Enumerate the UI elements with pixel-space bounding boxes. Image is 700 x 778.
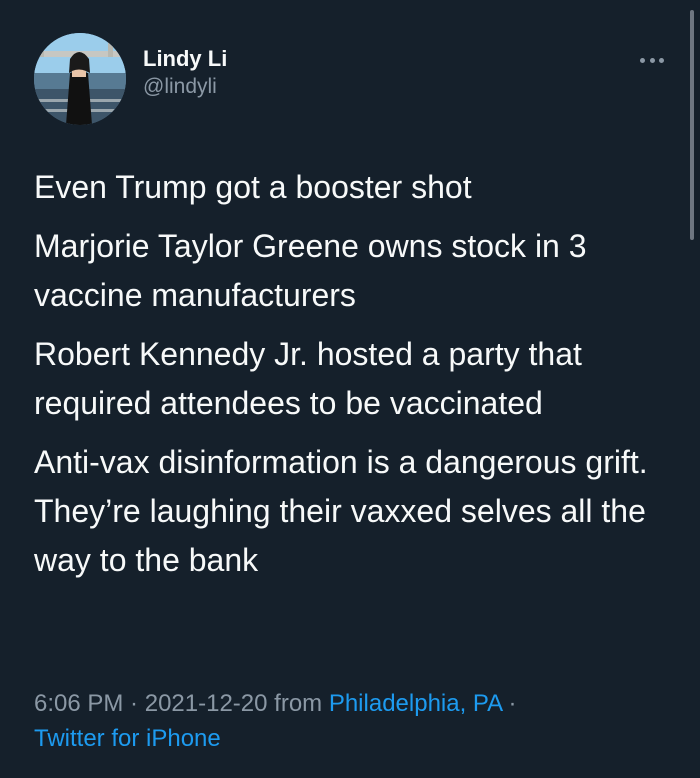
- tweet-paragraph-3: Robert Kennedy Jr. hosted a party that r…: [34, 336, 582, 421]
- tweet-paragraph-1: Even Trump got a booster shot: [34, 169, 472, 205]
- tweet-meta: 6:06 PM · 2021-12-20 from Philadelphia, …: [34, 686, 674, 756]
- tweet-time[interactable]: 6:06 PM: [34, 690, 123, 717]
- more-horizontal-icon[interactable]: [640, 53, 664, 67]
- author-block[interactable]: Lindy Li @lindyli: [143, 45, 227, 101]
- tweet-paragraph-4: Anti-vax disinformation is a dangerous g…: [34, 444, 648, 578]
- scrollbar[interactable]: [690, 10, 694, 240]
- tweet-detail: Lindy Li @lindyli Even Trump got a boost…: [0, 0, 700, 778]
- from-label: from: [267, 690, 329, 717]
- avatar-photo: [34, 33, 126, 125]
- author-handle[interactable]: @lindyli: [143, 73, 227, 101]
- tweet-paragraph-2: Marjorie Taylor Greene owns stock in 3 v…: [34, 228, 587, 313]
- tweet-date[interactable]: 2021-12-20: [145, 690, 268, 717]
- tweet-location-link[interactable]: Philadelphia, PA: [329, 690, 502, 717]
- avatar[interactable]: [34, 33, 126, 125]
- tweet-header: Lindy Li @lindyli: [34, 33, 634, 125]
- tweet-source-link[interactable]: Twitter for iPhone: [34, 725, 221, 752]
- meta-separator-2: ·: [501, 690, 517, 717]
- meta-separator: ·: [123, 690, 145, 717]
- tweet-text: Even Trump got a booster shot Marjorie T…: [34, 163, 674, 595]
- author-display-name[interactable]: Lindy Li: [143, 45, 227, 73]
